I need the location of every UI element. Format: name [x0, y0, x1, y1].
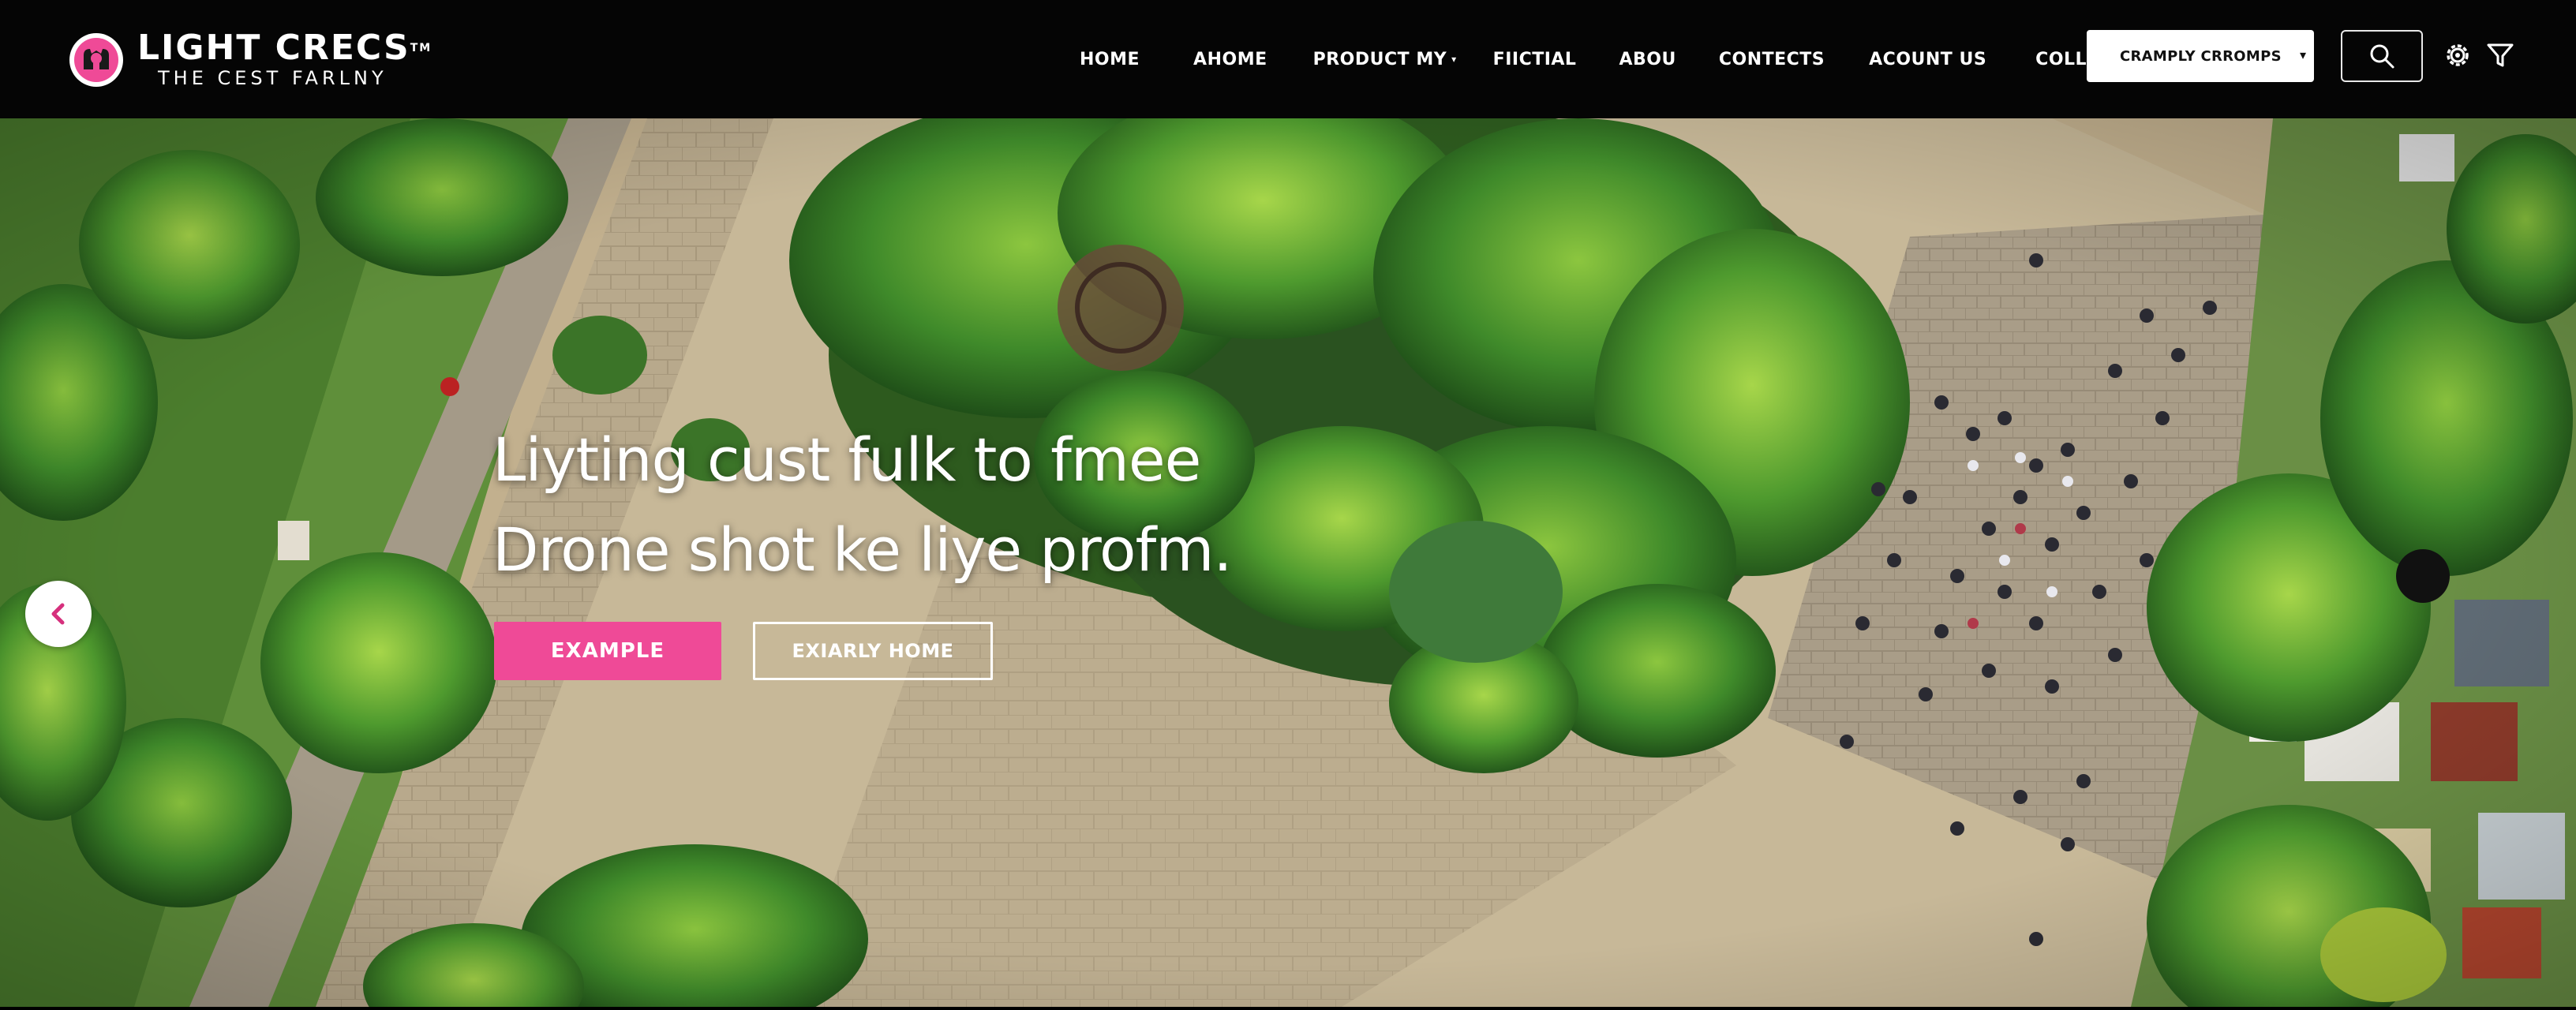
- aerial-park-image: [0, 118, 2576, 1007]
- nav-item-acount-us[interactable]: ACOUNT US: [1869, 50, 1986, 69]
- nav-item-home[interactable]: HOME: [1080, 50, 1140, 69]
- filter-icon: [2487, 43, 2514, 67]
- nav-item-product-my[interactable]: PRODUCT MY ▾: [1313, 50, 1457, 69]
- filter-button[interactable]: [2483, 38, 2518, 73]
- brand-title: LIGHT CRECSTM: [137, 28, 432, 68]
- logo-icon: [69, 33, 123, 87]
- settings-button[interactable]: [2440, 38, 2475, 73]
- carousel-prev-button[interactable]: [25, 581, 92, 647]
- nav-item-contects[interactable]: CONTECTS: [1719, 50, 1825, 69]
- trademark-mark: TM: [410, 42, 432, 54]
- header-select[interactable]: CRAMPLY CRROMPS ▾: [2087, 30, 2314, 82]
- hero-headline-line2: Drone shot ke liye profm.: [492, 514, 1233, 585]
- brand-subtitle: THE CEST FARLNY: [158, 67, 388, 89]
- header-select-value: CRAMPLY CRROMPS: [2120, 47, 2282, 65]
- nav-item-ahome[interactable]: AHOME: [1193, 50, 1267, 69]
- search-button[interactable]: [2341, 30, 2423, 82]
- brand-logo[interactable]: LIGHT CRECSTM THE CEST FARLNY: [66, 28, 432, 92]
- chevron-down-icon: ▾: [1451, 54, 1457, 65]
- hero-banner: Liyting cust fulk to fmee Drone shot ke …: [0, 118, 2576, 1007]
- nav-item-abou[interactable]: ABOU: [1619, 50, 1676, 69]
- example-button[interactable]: EXAMPLE: [494, 622, 721, 680]
- site-header: LIGHT CRECSTM THE CEST FARLNY HOME AHOME…: [0, 0, 2576, 118]
- exiarly-home-button[interactable]: EXIARLY HOME: [753, 622, 993, 680]
- hero-headline: Liyting cust fulk to fmee Drone shot ke …: [492, 415, 1233, 595]
- search-icon: [2370, 44, 2394, 69]
- settings-icon: [2447, 44, 2469, 66]
- chevron-down-icon: ▾: [2299, 49, 2306, 62]
- logo-text: LIGHT CRECSTM THE CEST FARLNY: [137, 30, 432, 90]
- chevron-left-icon: [51, 603, 65, 625]
- main-nav: HOME AHOME PRODUCT MY ▾ FIICTIAL ABOU CON…: [1058, 0, 2139, 118]
- nav-item-fiictial[interactable]: FIICTIAL: [1493, 50, 1577, 69]
- hero-headline-line1: Liyting cust fulk to fmee: [492, 425, 1201, 495]
